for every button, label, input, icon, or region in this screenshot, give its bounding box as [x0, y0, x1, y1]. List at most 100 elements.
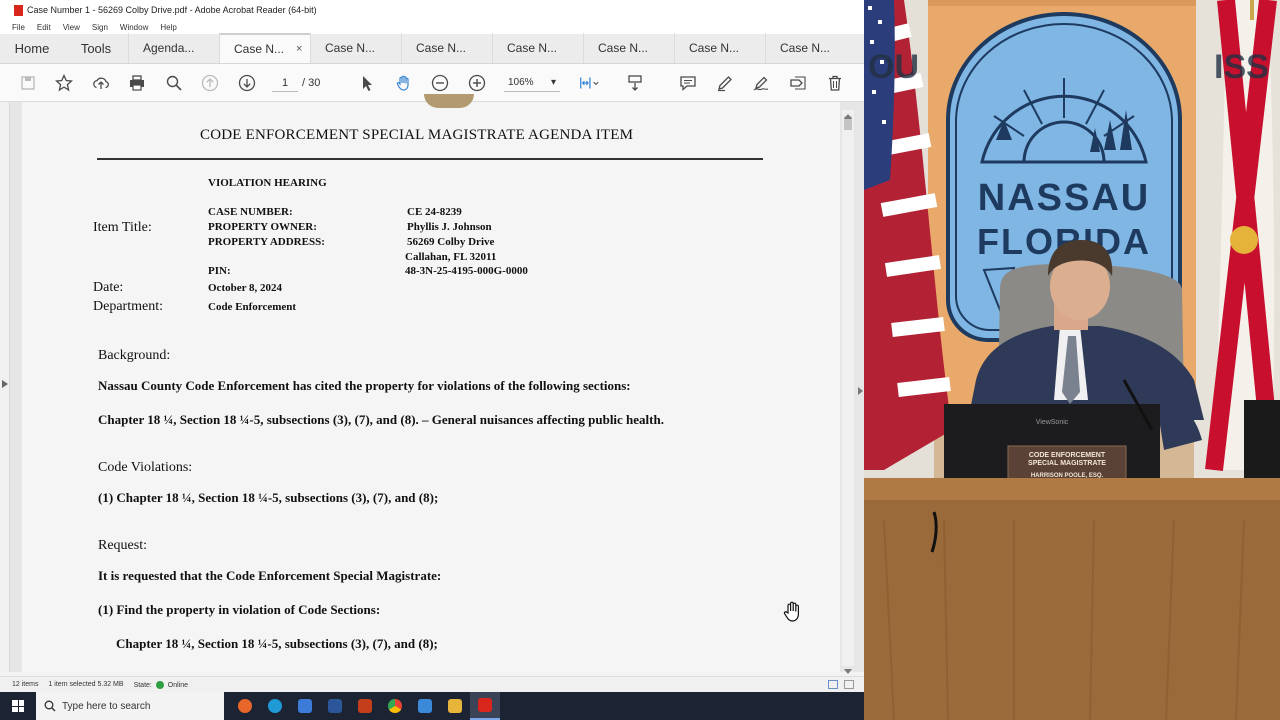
navigation-pane-toggle[interactable] [0, 102, 10, 672]
word-icon [328, 699, 342, 713]
tab-document-active[interactable]: Case N... × [219, 33, 310, 63]
bookmark-star-icon[interactable] [53, 72, 75, 94]
request-label: Request: [98, 538, 147, 553]
scroll-up-icon[interactable] [844, 106, 852, 119]
acrobat-app-icon [14, 4, 23, 16]
taskbar-app[interactable] [230, 692, 260, 720]
tab-document[interactable]: Case N... [765, 33, 845, 63]
tab-tools-label: Tools [80, 40, 112, 56]
case-number-label: CASE NUMBER: [208, 206, 293, 218]
menu-help[interactable]: Help [160, 23, 176, 32]
background-label: Background: [98, 348, 171, 363]
windows-taskbar: Type here to search [0, 692, 864, 720]
zoom-out-icon[interactable] [429, 72, 451, 94]
tab-label: Case N... [689, 41, 740, 55]
pin-value: 48-3N-25-4195-000G-0000 [405, 265, 528, 277]
start-button[interactable] [0, 692, 36, 720]
hand-cursor-icon [782, 600, 804, 629]
item-count: 12 items [12, 681, 39, 688]
page-number-input[interactable]: 1 [272, 74, 298, 92]
document-heading: CODE ENFORCEMENT SPECIAL MAGISTRATE AGEN… [200, 127, 634, 143]
sign-icon[interactable] [750, 72, 772, 94]
menu-window[interactable]: Window [120, 23, 148, 32]
hand-tool-icon[interactable] [393, 72, 415, 94]
tab-home[interactable]: Home [0, 33, 64, 63]
state-info: State: Online [134, 680, 188, 689]
menu-view[interactable]: View [63, 23, 80, 32]
video-feed: NASSAU FLORIDA OU ISS ViewSonic CODE ENF… [864, 0, 1280, 720]
tab-label: Case N... [507, 41, 558, 55]
podium-top [864, 478, 1280, 500]
large-icons-view-icon[interactable] [844, 680, 854, 689]
property-owner-value: Phyllis J. Johnson [407, 221, 492, 233]
next-page-icon[interactable] [236, 72, 258, 94]
emblem-text-line1: NASSAU [978, 177, 1150, 219]
taskbar-app-active[interactable] [470, 692, 500, 720]
previous-page-icon[interactable] [199, 72, 221, 94]
date-value: October 8, 2024 [208, 282, 283, 294]
property-address-line1: 56269 Colby Drive [407, 236, 495, 248]
page-count: / 30 [302, 77, 321, 89]
violation-item: (1) Chapter 18 ¼, Section 18 ¼-5, subsec… [98, 490, 439, 505]
tab-document-agenda[interactable]: Agenda... [128, 33, 219, 63]
comment-icon[interactable] [677, 72, 699, 94]
delete-trash-icon[interactable] [824, 72, 846, 94]
photos-icon [418, 699, 432, 713]
close-tab-icon[interactable]: × [296, 43, 302, 55]
tab-document[interactable]: Case N... [583, 33, 674, 63]
upload-cloud-icon[interactable] [90, 72, 112, 94]
wall-lettering-left: OU [868, 48, 919, 86]
zoom-in-icon[interactable] [466, 72, 488, 94]
menu-sign[interactable]: Sign [92, 23, 108, 32]
search-icon [44, 700, 56, 712]
taskbar-app[interactable] [260, 692, 290, 720]
share-icon[interactable] [787, 72, 809, 94]
zoom-level-select[interactable]: 106% ▾ [504, 74, 560, 92]
podium [864, 500, 1280, 720]
taskbar-search[interactable]: Type here to search [36, 692, 224, 720]
county-seal [424, 94, 474, 108]
details-view-icon[interactable] [828, 680, 838, 689]
print-icon[interactable] [126, 72, 148, 94]
tab-label: Case N... [416, 41, 467, 55]
hearing-type: VIOLATION HEARING [208, 177, 327, 189]
save-icon[interactable] [17, 72, 39, 94]
selection-info: 1 item selected 5.32 MB [48, 681, 124, 688]
fit-page-icon[interactable] [578, 72, 600, 94]
code-violations-label: Code Violations: [98, 460, 193, 475]
vertical-scrollbar[interactable] [842, 110, 854, 666]
second-monitor [1244, 400, 1280, 480]
zoom-value: 106% [508, 77, 534, 88]
file-explorer-icon [298, 699, 312, 713]
search-zoom-icon[interactable] [163, 72, 185, 94]
tab-document[interactable]: Case N... [401, 33, 492, 63]
taskbar-app[interactable] [380, 692, 410, 720]
taskbar-app[interactable] [290, 692, 320, 720]
tab-home-label: Home [14, 40, 50, 56]
highlight-pen-icon[interactable] [714, 72, 736, 94]
tab-document[interactable]: Case N... [492, 33, 583, 63]
edge-icon [268, 699, 282, 713]
taskbar-app[interactable] [350, 692, 380, 720]
menu-edit[interactable]: Edit [37, 23, 51, 32]
tab-tools[interactable]: Tools [64, 33, 128, 63]
menu-file[interactable]: File [12, 23, 25, 32]
property-address-line2: Callahan, FL 32011 [405, 251, 497, 263]
scroll-mode-icon[interactable] [624, 72, 646, 94]
right-pane-toggle-icon[interactable] [858, 382, 863, 400]
property-address-label: PROPERTY ADDRESS: [208, 236, 325, 248]
meeting-room-scene: NASSAU FLORIDA OU ISS ViewSonic CODE ENF… [864, 0, 1280, 720]
request-item: (1) Find the property in violation of Co… [98, 602, 381, 617]
property-owner-label: PROPERTY OWNER: [208, 221, 317, 233]
tab-label: Case N... [325, 41, 376, 55]
folder-icon [448, 699, 462, 713]
taskbar-app[interactable] [320, 692, 350, 720]
taskbar-app[interactable] [440, 692, 470, 720]
acrobat-window: Case Number 1 - 56269 Colby Drive.pdf - … [0, 0, 864, 692]
select-cursor-icon[interactable] [356, 72, 378, 94]
scroll-down-icon[interactable] [844, 662, 852, 674]
explorer-status-bar: 12 items 1 item selected 5.32 MB State: … [0, 676, 864, 692]
taskbar-app[interactable] [410, 692, 440, 720]
tab-document[interactable]: Case N... [310, 33, 401, 63]
tab-document[interactable]: Case N... [674, 33, 765, 63]
